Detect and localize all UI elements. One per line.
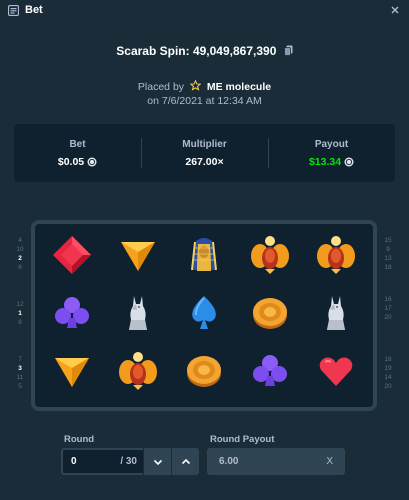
stat-bet-value-row: $0.05 bbox=[58, 156, 97, 168]
payline-number: 5 bbox=[18, 383, 22, 390]
scarab-icon bbox=[115, 348, 161, 399]
payline-number: 20 bbox=[384, 314, 392, 321]
purple-club-icon bbox=[247, 348, 293, 399]
slot-reels bbox=[31, 220, 377, 411]
payline-numbers-left-row1: 4 10 2 6 bbox=[13, 236, 27, 272]
payline-number: 17 bbox=[384, 305, 392, 312]
spin-id-text: Scarab Spin: 49,049,867,390 bbox=[116, 44, 277, 58]
round-payout-clear: X bbox=[326, 456, 333, 467]
placed-by-line: Placed by ME molecule bbox=[0, 79, 409, 93]
payline-number: 8 bbox=[18, 319, 22, 326]
payline-number: 15 bbox=[384, 237, 392, 244]
payline-number: 3 bbox=[18, 365, 22, 372]
payline-number: 18 bbox=[384, 356, 392, 363]
round-up-button[interactable] bbox=[171, 448, 199, 475]
round-total: / 30 bbox=[120, 456, 137, 467]
reel-cell bbox=[171, 345, 237, 403]
reel-cell bbox=[39, 228, 105, 286]
placed-by-label: Placed by bbox=[137, 81, 185, 93]
gold-coin-icon bbox=[181, 348, 227, 399]
payline-number: 12 bbox=[16, 301, 24, 308]
blue-spade-icon bbox=[181, 290, 227, 341]
red-gem-icon bbox=[49, 232, 95, 283]
orange-triangle-icon bbox=[115, 232, 161, 283]
round-payout-field: 6.00 X bbox=[207, 448, 345, 475]
reel-cell bbox=[237, 286, 303, 344]
chevron-up-icon bbox=[181, 458, 190, 464]
round-input[interactable]: 0 bbox=[63, 456, 120, 467]
payline-numbers-right-row1: 15 9 13 18 bbox=[381, 236, 395, 272]
scarab-icon bbox=[247, 232, 293, 283]
reel-cell bbox=[237, 228, 303, 286]
reel-cell bbox=[171, 286, 237, 344]
payline-numbers-right-row2: 16 17 20 bbox=[381, 295, 395, 322]
reel-cell bbox=[303, 228, 369, 286]
window-title: Bet bbox=[25, 4, 43, 16]
payline-number: 13 bbox=[384, 255, 392, 262]
reel-cell bbox=[105, 286, 171, 344]
close-icon[interactable] bbox=[389, 3, 401, 15]
chevron-down-icon bbox=[153, 459, 162, 465]
coin-icon bbox=[87, 157, 97, 167]
payline-number: 7 bbox=[18, 356, 22, 363]
round-field: 0 / 30 bbox=[61, 448, 199, 475]
purple-club-icon bbox=[49, 290, 95, 341]
bet-date: on 7/6/2021 at 12:34 AM bbox=[147, 95, 262, 107]
reel-cell bbox=[105, 345, 171, 403]
stat-payout-value-row: $13.34 bbox=[309, 156, 354, 168]
reel-grid bbox=[39, 228, 369, 403]
coin-icon bbox=[344, 157, 354, 167]
payline-numbers-left-row2: 12 1 8 bbox=[13, 300, 27, 327]
payline-number: 6 bbox=[18, 264, 22, 271]
orange-triangle-icon bbox=[49, 348, 95, 399]
stat-bet: Bet $0.05 bbox=[14, 124, 141, 182]
round-down-button[interactable] bbox=[143, 448, 171, 475]
stat-bet-label: Bet bbox=[69, 139, 86, 150]
reel-cell bbox=[171, 228, 237, 286]
round-label: Round bbox=[64, 434, 95, 445]
bet-stats-panel: Bet $0.05 Multiplier 267.00× Payout $13.… bbox=[14, 124, 395, 182]
payline-number: 4 bbox=[18, 237, 22, 244]
scarab-icon bbox=[313, 232, 359, 283]
stat-payout-value: $13.34 bbox=[308, 156, 342, 168]
copy-icon[interactable] bbox=[283, 45, 293, 56]
payline-number: 18 bbox=[384, 264, 392, 271]
reel-cell bbox=[39, 345, 105, 403]
username-link[interactable]: ME molecule bbox=[207, 81, 271, 93]
reel-cell bbox=[105, 228, 171, 286]
pharaoh-icon bbox=[181, 232, 227, 283]
round-payout-label: Round Payout bbox=[210, 434, 275, 445]
anubis-statue-icon bbox=[115, 290, 161, 341]
reel-cell bbox=[39, 286, 105, 344]
payline-number: 1 bbox=[18, 310, 22, 317]
payline-number: 10 bbox=[16, 246, 24, 253]
stat-multiplier-label: Multiplier bbox=[182, 139, 227, 150]
vip-star-icon bbox=[189, 79, 202, 91]
payline-numbers-left-row3: 7 3 11 5 bbox=[13, 355, 27, 391]
stat-multiplier-value: 267.00× bbox=[185, 156, 224, 168]
spin-id-line: Scarab Spin: 49,049,867,390 bbox=[0, 44, 409, 58]
stat-payout-label: Payout bbox=[314, 139, 349, 150]
bet-list-icon bbox=[8, 4, 19, 16]
stat-payout: Payout $13.34 bbox=[268, 124, 395, 182]
stat-bet-value: $0.05 bbox=[57, 156, 85, 168]
payline-number: 16 bbox=[384, 296, 392, 303]
round-payout-value: 6.00 bbox=[219, 456, 239, 467]
red-heart-icon bbox=[313, 348, 359, 399]
payline-number: 9 bbox=[386, 246, 390, 253]
reel-cell bbox=[303, 286, 369, 344]
payline-numbers-right-row3: 18 19 14 20 bbox=[381, 355, 395, 391]
title-bar: Bet bbox=[0, 0, 409, 20]
payline-number: 11 bbox=[16, 374, 24, 381]
reel-cell bbox=[237, 345, 303, 403]
payline-number: 2 bbox=[18, 255, 22, 262]
reel-cell bbox=[303, 345, 369, 403]
payline-number: 20 bbox=[384, 383, 392, 390]
stat-multiplier: Multiplier 267.00× bbox=[141, 124, 268, 182]
gold-coin-icon bbox=[247, 290, 293, 341]
anubis-statue-icon bbox=[313, 290, 359, 341]
payline-number: 19 bbox=[384, 365, 392, 372]
payline-number: 14 bbox=[384, 374, 392, 381]
